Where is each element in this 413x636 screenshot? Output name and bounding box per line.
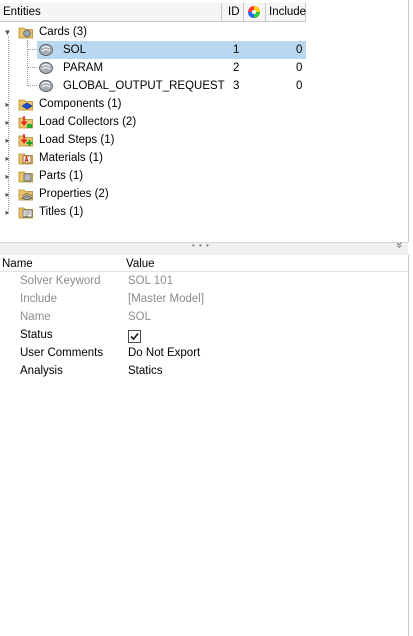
tree-item-sol[interactable]: SOL 1 0 [37, 41, 306, 59]
expand-icon[interactable]: ▸ [3, 208, 12, 217]
material-icon [18, 153, 33, 165]
tree-item-id: 2 [233, 62, 240, 74]
prop-name-solver-keyword: Solver Keyword [20, 275, 101, 287]
tree-header: Entities ID Include [0, 3, 306, 22]
prop-name-include: Include [20, 293, 58, 305]
status-checkbox[interactable] [128, 330, 141, 343]
title-icon [18, 207, 33, 219]
expand-icon[interactable]: ▸ [3, 172, 12, 181]
prop-value-name: SOL [128, 311, 152, 323]
tree-item-global-output-request[interactable]: GLOBAL_OUTPUT_REQUEST 3 0 [37, 77, 306, 95]
tree-item-label: Materials (1) [39, 152, 103, 164]
tree-item-cards[interactable]: ▼ Cards (3) [0, 23, 306, 41]
tree-item-param[interactable]: PARAM 2 0 [37, 59, 306, 77]
expand-icon[interactable]: ▸ [3, 190, 12, 199]
checkmark-icon [130, 332, 139, 341]
tree-item-titles[interactable]: ▸ Titles (1) [0, 203, 306, 221]
prop-value-user-comments[interactable]: Do Not Export [128, 344, 200, 362]
prop-name-analysis: Analysis [20, 365, 63, 377]
card-icon [39, 62, 53, 74]
property-icon [18, 189, 33, 201]
load-step-icon [18, 134, 33, 147]
tree-line [27, 40, 28, 86]
prop-name-status: Status [20, 329, 53, 341]
color-wheel-icon [248, 6, 260, 18]
tree-item-id: 1 [233, 44, 240, 56]
tree-line [28, 49, 37, 50]
cards-folder-icon [18, 27, 33, 39]
collapse-panel-icon[interactable]: » [393, 242, 405, 248]
tree-item-label: SOL [63, 44, 87, 56]
tree-line [28, 67, 37, 68]
splitter-grip-icon[interactable]: • • • [192, 241, 210, 250]
column-header-entities[interactable]: Entities [0, 3, 222, 21]
entity-tree-panel: Entities ID Include ▼ Cards (3) SOL 1 0 … [0, 0, 409, 242]
load-collector-icon [18, 116, 33, 129]
expand-icon[interactable]: ▸ [3, 154, 12, 163]
tree-item-properties[interactable]: ▸ Properties (2) [0, 185, 306, 203]
entity-properties-panel: Name Value Solver Keyword SOL 101 Includ… [0, 255, 409, 636]
tree-item-label: Components (1) [39, 98, 122, 110]
collapse-icon[interactable]: ▼ [3, 28, 12, 37]
expand-icon[interactable]: ▸ [3, 100, 12, 109]
prop-name-user-comments: User Comments [20, 347, 104, 359]
tree-item-parts[interactable]: ▸ Parts (1) [0, 167, 306, 185]
expand-icon[interactable]: ▸ [3, 118, 12, 127]
panel-splitter[interactable]: • • • » [0, 241, 408, 256]
prop-value-analysis[interactable]: Statics [128, 362, 163, 380]
expand-icon[interactable]: ▸ [3, 136, 12, 145]
part-icon [18, 171, 33, 183]
column-header-include[interactable]: Include [266, 3, 306, 21]
column-header-color[interactable] [244, 3, 266, 21]
prop-value-solver-keyword: SOL 101 [128, 275, 173, 287]
tree-item-label: Titles (1) [39, 206, 84, 218]
tree-item-label: Properties (2) [39, 188, 109, 200]
tree-item-label: Load Collectors (2) [39, 116, 137, 128]
tree-line [28, 85, 37, 86]
tree-item-include: 0 [296, 80, 303, 92]
card-icon [39, 44, 53, 56]
tree-item-load-steps[interactable]: ▸ Load Steps (1) [0, 131, 306, 149]
tree-item-load-collectors[interactable]: ▸ Load Collectors (2) [0, 113, 306, 131]
tree-item-label: PARAM [63, 62, 104, 74]
tree-item-label: Cards (3) [39, 26, 87, 38]
card-icon [39, 80, 53, 92]
tree-item-label: Parts (1) [39, 170, 84, 182]
tree-item-materials[interactable]: ▸ Materials (1) [0, 149, 306, 167]
prop-value-include: [Master Model] [128, 293, 205, 305]
tree-item-include: 0 [296, 62, 303, 74]
column-header-id[interactable]: ID [222, 3, 244, 21]
tree-item-include: 0 [296, 44, 303, 56]
prop-name-name: Name [20, 311, 51, 323]
tree-item-label: Load Steps (1) [39, 134, 115, 146]
component-icon [18, 99, 33, 111]
tree-item-components[interactable]: ▸ Components (1) [0, 95, 306, 113]
tree-item-id: 3 [233, 80, 240, 92]
tree-item-label: GLOBAL_OUTPUT_REQUEST [63, 80, 225, 92]
